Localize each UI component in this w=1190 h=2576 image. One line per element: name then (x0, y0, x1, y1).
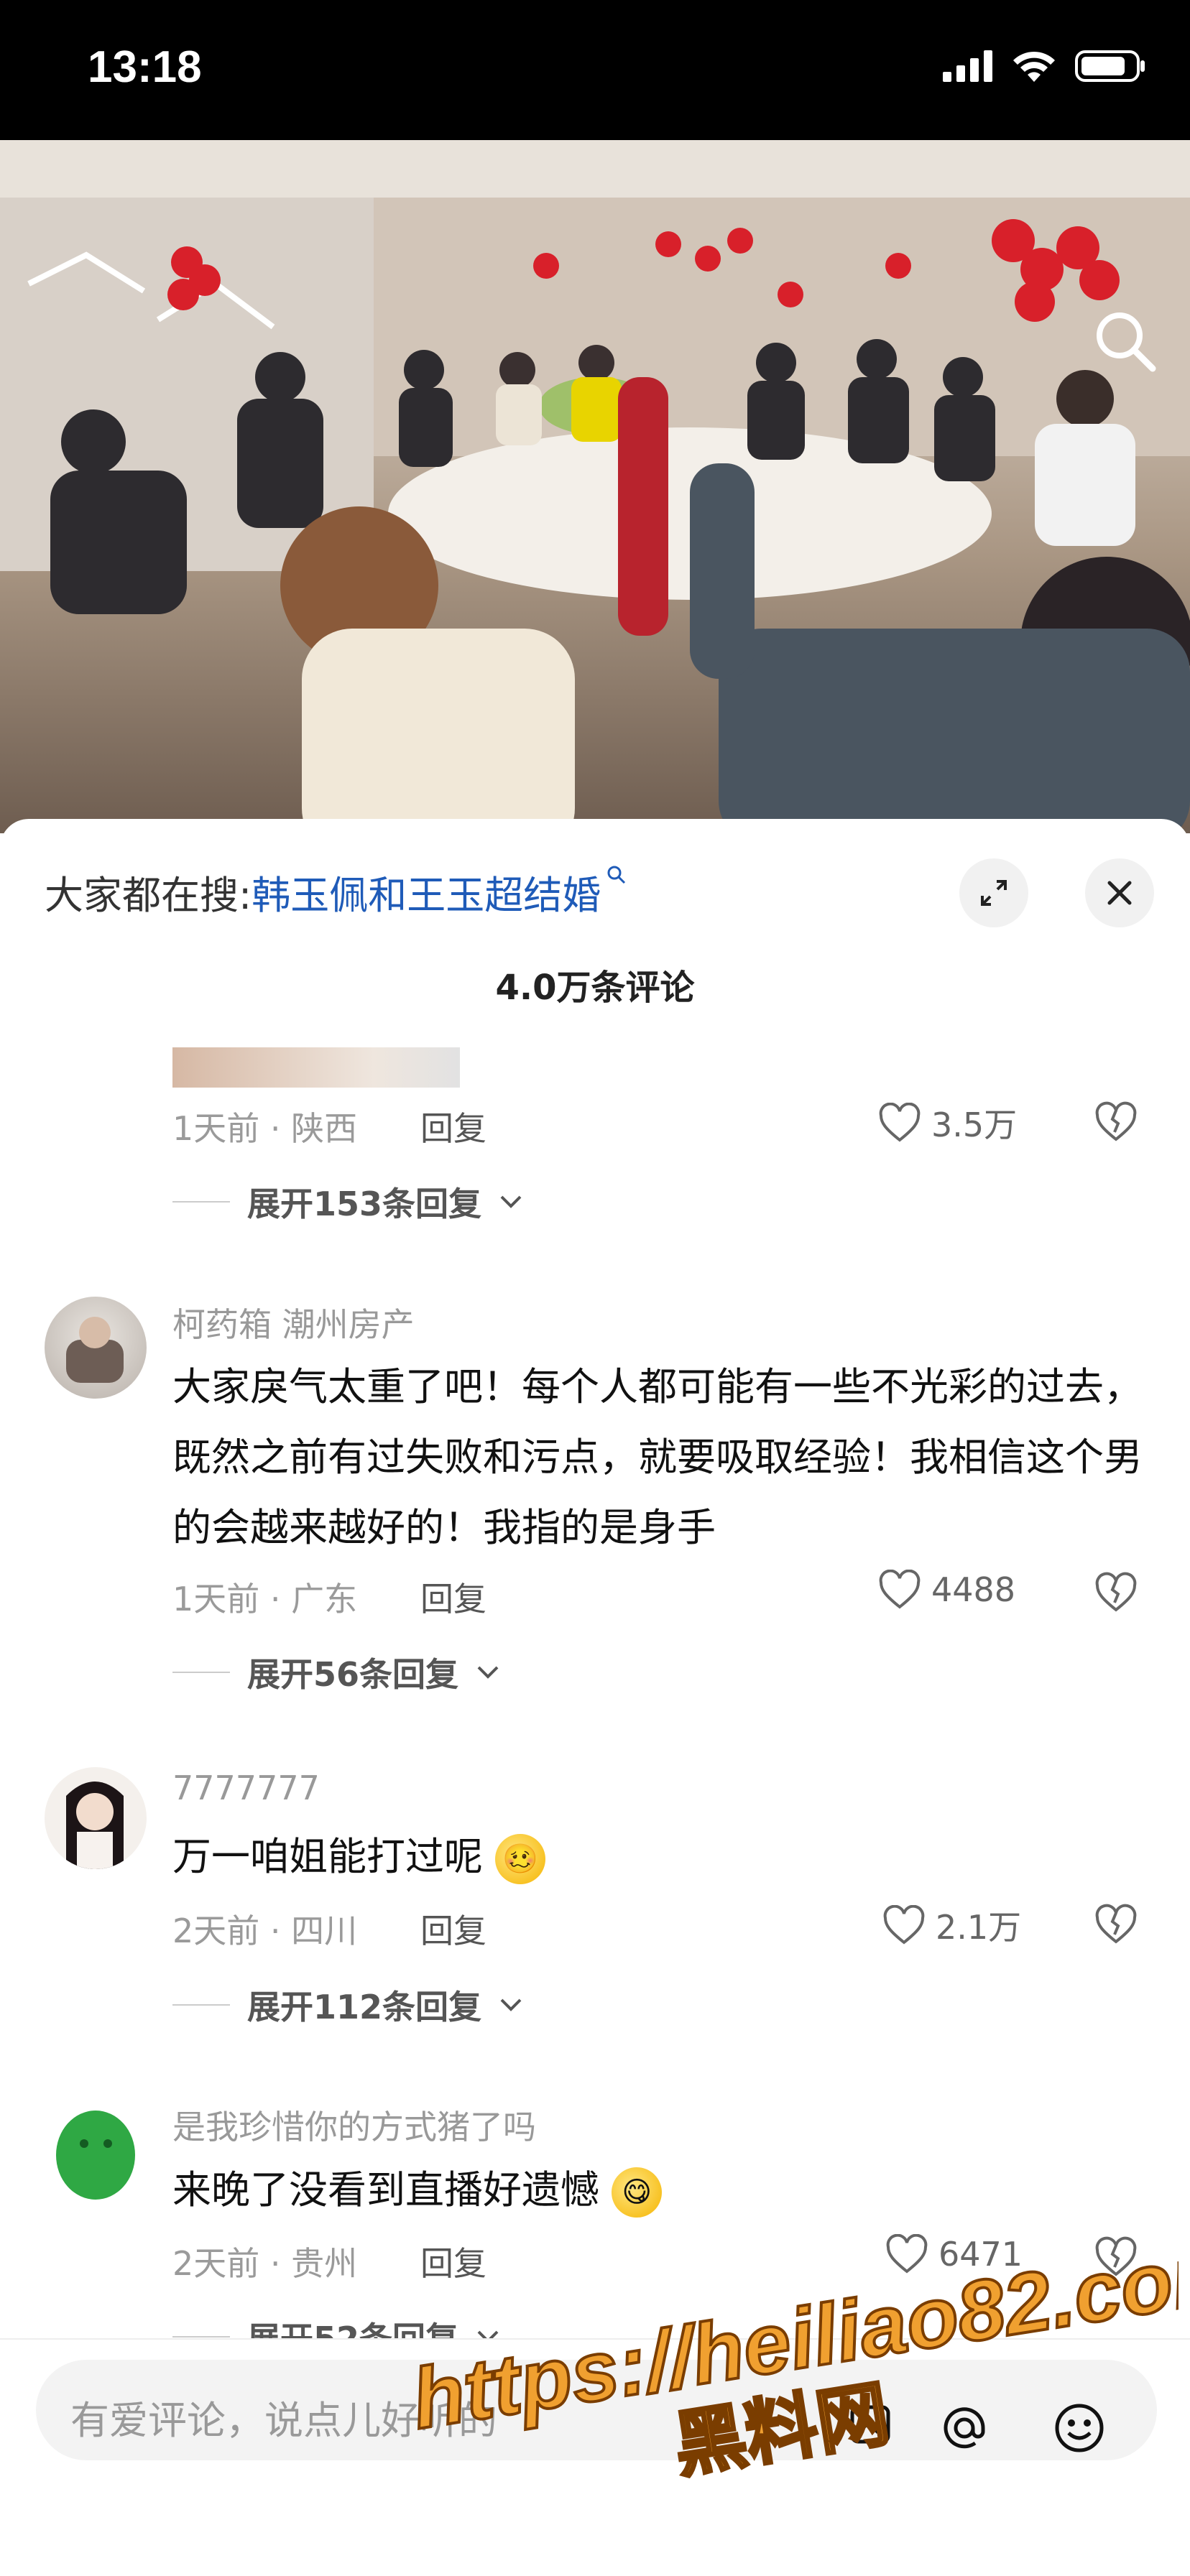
expand-replies[interactable]: 展开112条回复 (172, 1981, 523, 2029)
comment-text: 大家戾气太重了吧！每个人都可能有一些不光彩的过去，既然之前有过失败和污点，就要吸… (172, 1364, 1143, 1550)
comment-username[interactable]: 柯药箱 潮州房产 (172, 1299, 415, 1346)
dislike-button[interactable] (1094, 1903, 1138, 1947)
status-time: 13:18 (88, 42, 202, 92)
divider-line (172, 2336, 230, 2338)
expand-replies-label: 展开56条回复 (247, 1655, 459, 1694)
expand-replies[interactable]: 展开153条回复 (172, 1178, 523, 1226)
reply-button[interactable]: 回复 (420, 1103, 486, 1150)
chevron-down-icon (500, 1998, 522, 2011)
status-icons (943, 49, 1147, 83)
avatar[interactable] (45, 2099, 147, 2201)
broken-heart-icon (1095, 1904, 1137, 1944)
hot-search-prefix: 大家都在搜: (45, 873, 252, 918)
divider-line (172, 2004, 230, 2006)
chevron-down-icon (500, 1195, 522, 1208)
hot-search-term[interactable]: 韩玉佩和王玉超结婚 (252, 873, 601, 918)
comment-time-location: 2天前 · 贵州 (172, 2244, 358, 2283)
comment-time-location: 1天前 · 广东 (172, 1580, 358, 1618)
comment-username[interactable]: 7777777 (172, 1769, 320, 1807)
video-frame-image (0, 140, 1190, 833)
broken-heart-icon (1095, 1101, 1137, 1141)
comment-image-partial[interactable] (172, 1047, 460, 1088)
heart-icon (879, 1570, 921, 1609)
wifi-icon (1013, 51, 1055, 82)
thinking-emoji-icon: 🥴 (495, 1834, 546, 1885)
reply-button[interactable]: 回复 (420, 1573, 486, 1621)
signal-icon (943, 50, 992, 82)
heart-icon (879, 1103, 921, 1142)
comment-time-location: 2天前 · 四川 (172, 1912, 358, 1950)
comment-username[interactable]: 是我珍惜你的方式猪了吗 (172, 2101, 536, 2149)
like-button[interactable]: 4488 (878, 1570, 1015, 1610)
broken-heart-icon (1095, 1572, 1137, 1612)
comment-text-content: 万一咱姐能打过呢 (172, 1834, 483, 1879)
comment-input-bar: 有爱评论，说点儿好听的 (0, 2338, 1190, 2576)
mention-button[interactable] (938, 2401, 991, 2457)
comment-text-content: 来晚了没看到直播好遗憾 (172, 2167, 599, 2213)
emoji-button[interactable] (1053, 2401, 1106, 2457)
at-icon (944, 2407, 985, 2449)
reply-button[interactable]: 回复 (420, 1905, 486, 1952)
image-icon (850, 2405, 890, 2444)
comment-input[interactable]: 有爱评论，说点儿好听的 (36, 2360, 1157, 2460)
dislike-button[interactable] (1094, 1571, 1138, 1616)
comments-sheet: 大家都在搜:韩玉佩和王玉超结婚 4.0万条评论 1天前 · 陕西 回复 3.5万… (0, 819, 1190, 2575)
search-button[interactable] (1089, 305, 1161, 377)
video-player[interactable] (0, 140, 1190, 833)
chevron-down-icon (477, 1666, 499, 1679)
like-count: 3.5万 (931, 1106, 1018, 1144)
comment-text: 来晚了没看到直播好遗憾 😋 (172, 2155, 1150, 2225)
image-button[interactable] (848, 2401, 894, 2450)
comment-count: 4.0万条评论 (495, 968, 695, 1008)
comment-text: 万一咱姐能打过呢 🥴 (172, 1822, 1150, 1892)
avatar-image (66, 1317, 124, 1383)
expand-replies[interactable]: 展开56条回复 (172, 1649, 500, 1696)
like-button[interactable]: 2.1万 (882, 1901, 1021, 1949)
avatar[interactable] (45, 1297, 147, 1399)
like-count: 6471 (938, 2235, 1023, 2274)
expand-button[interactable] (959, 858, 1028, 927)
dislike-button[interactable] (1094, 2236, 1138, 2280)
comment-time-location: 1天前 · 陕西 (172, 1109, 358, 1148)
emoji-icon (1055, 2404, 1104, 2452)
expand-icon (981, 880, 1007, 906)
like-button[interactable]: 3.5万 (878, 1099, 1017, 1146)
like-count: 4488 (931, 1570, 1016, 1609)
avatar-image (66, 1782, 124, 1869)
comment-input-placeholder: 有爱评论，说点儿好听的 (70, 2398, 497, 2443)
reply-button[interactable]: 回复 (420, 2238, 486, 2285)
broken-heart-icon (1095, 2236, 1137, 2276)
hot-search[interactable]: 大家都在搜:韩玉佩和王玉超结婚 (45, 863, 628, 920)
avatar-image (56, 2111, 135, 2200)
divider-line (172, 1201, 230, 1203)
close-icon (1107, 881, 1132, 905)
expand-replies-label: 展开112条回复 (247, 1988, 482, 2026)
dislike-button[interactable] (1094, 1101, 1138, 1145)
close-button[interactable] (1085, 858, 1154, 927)
search-icon (1097, 312, 1156, 372)
like-count: 2.1万 (936, 1908, 1022, 1947)
status-bar: 13:18 (0, 0, 1190, 140)
avatar[interactable] (45, 1767, 147, 1869)
yum-emoji-icon: 😋 (612, 2167, 663, 2218)
expand-replies-label: 展开153条回复 (247, 1185, 482, 1223)
heart-icon (886, 2234, 928, 2274)
divider-line (172, 1672, 230, 1673)
like-button[interactable]: 6471 (885, 2234, 1023, 2274)
search-icon (607, 866, 626, 884)
battery-icon (1075, 50, 1145, 82)
heart-icon (883, 1905, 925, 1945)
